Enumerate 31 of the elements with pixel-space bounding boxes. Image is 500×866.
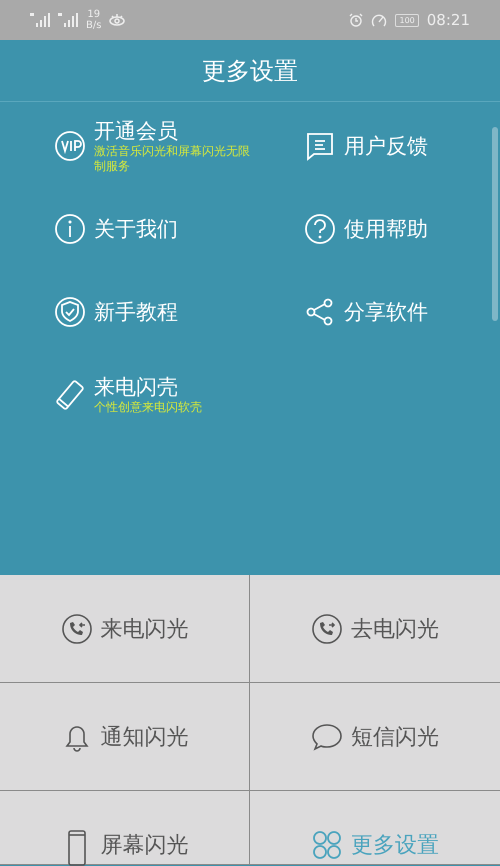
signal-icon xyxy=(58,13,78,27)
menu-item-title[interactable]: 用户反馈 xyxy=(344,132,428,158)
outgoing-call-icon xyxy=(311,613,343,645)
menu-item-title[interactable]: 关于我们 xyxy=(94,216,178,242)
battery-level: 100 xyxy=(395,14,419,26)
menu-item-description: 个性创意来电闪软壳 xyxy=(94,400,203,415)
menu-item-title[interactable]: 分享软件 xyxy=(344,298,428,324)
help-icon xyxy=(304,212,336,244)
feature-tile[interactable]: 来电闪光 xyxy=(0,575,250,683)
feature-tile[interactable]: 通知闪光 xyxy=(0,683,250,791)
menu-item-title[interactable]: 来电闪壳 xyxy=(94,374,252,400)
incoming-call-icon xyxy=(60,613,92,645)
shield-icon xyxy=(54,296,86,328)
page-title: 更多设置 xyxy=(202,56,298,86)
phone-icon xyxy=(54,378,86,410)
vip-badge-icon xyxy=(54,130,86,162)
signal-icon xyxy=(30,13,50,27)
menu-item-title[interactable]: 使用帮助 xyxy=(344,216,428,242)
grid-icon xyxy=(311,829,343,861)
menu-item-title[interactable]: 新手教程 xyxy=(94,298,178,324)
info-icon xyxy=(54,212,86,244)
network-speed-value: 19 xyxy=(86,9,102,20)
alarm-clock-icon xyxy=(349,13,364,27)
menu-item-description: 激活音乐闪光和屏幕闪光无限制服务 xyxy=(94,144,251,174)
feature-tile[interactable]: 屏幕闪光 xyxy=(0,791,250,865)
chat-bubble-icon xyxy=(311,721,343,753)
clock-time: 08:21 xyxy=(426,10,470,31)
eye-icon xyxy=(109,14,126,26)
menu-item-title[interactable]: 开通会员 xyxy=(94,118,252,144)
network-speed-unit: B/s xyxy=(86,20,102,31)
speedometer-icon xyxy=(371,13,388,27)
